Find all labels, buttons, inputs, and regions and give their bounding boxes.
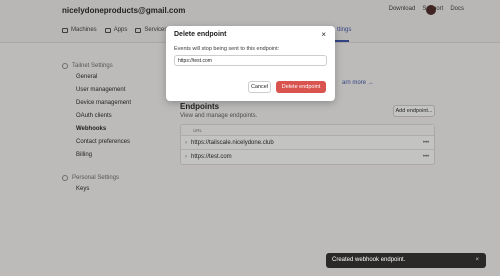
dialog-title: Delete endpoint [174,31,227,38]
toast-notification: Created webhook endpoint. × [326,253,486,268]
delete-endpoint-button[interactable]: Delete endpoint [276,81,326,93]
delete-endpoint-dialog: Delete endpoint × Events will stop being… [166,26,335,101]
endpoint-url-field[interactable] [174,55,327,66]
dialog-message: Events will stop being sent to this endp… [174,46,280,52]
close-icon[interactable]: × [475,253,479,268]
cancel-button[interactable]: Cancel [248,81,271,93]
close-icon[interactable]: × [321,30,326,39]
toast-message: Created webhook endpoint. [332,257,406,263]
